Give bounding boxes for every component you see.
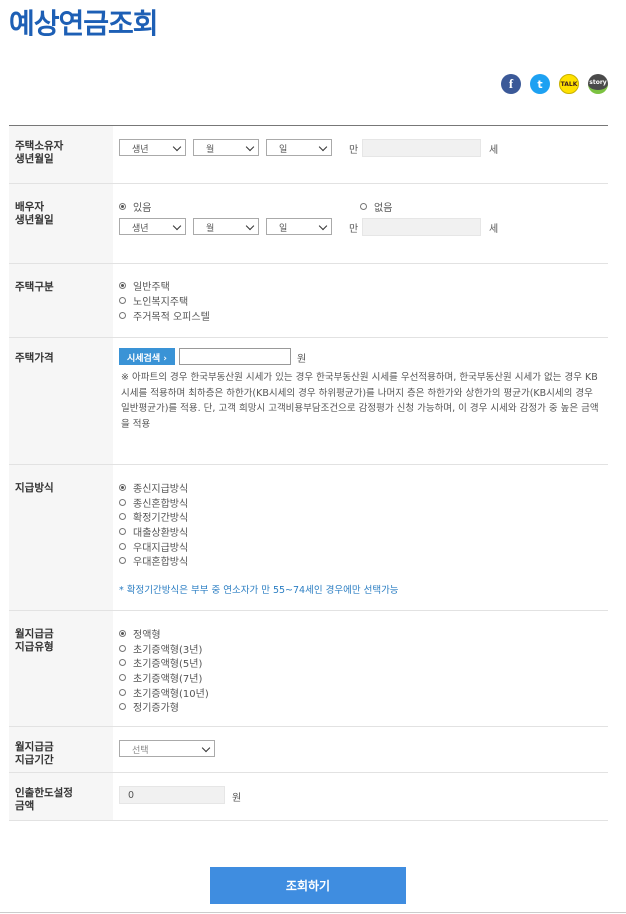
monthly-type-option-label: 초기증액형(10년) [133, 689, 209, 700]
payment-option-radio[interactable]: 우대지급방식 [119, 539, 188, 554]
spouse-age-field [362, 218, 481, 236]
monthly-type-label: 월지급금 지급유형 [9, 611, 113, 726]
payment-option-radio[interactable]: 종신혼합방식 [119, 495, 188, 510]
spouse-label-line2: 생년월일 [15, 214, 54, 226]
payment-option-label: 우대지급방식 [133, 543, 189, 554]
monthly-type-radio[interactable]: 초기증액형(7년) [119, 670, 202, 685]
monthly-type-radio[interactable]: 초기증액형(3년) [119, 641, 202, 656]
submit-button[interactable]: 조회하기 [210, 867, 406, 904]
house-type-label: 주택구분 [9, 264, 113, 337]
monthly-type-radio[interactable]: 초기증액형(10년) [119, 685, 209, 700]
payment-method-row: 지급방식 종신지급방식 종신혼합방식 확정기간방식 대출상환방식 우대지급방식 … [9, 465, 608, 611]
withdraw-limit-label-line2: 금액 [15, 800, 35, 812]
house-type-label-text: 주택구분 [15, 281, 54, 293]
spouse-row: 배우자 생년월일 있음 없음 생년 월 일 만 세 [9, 184, 608, 264]
share-bar: f t TALK story [501, 74, 608, 94]
house-price-input[interactable] [179, 348, 291, 365]
payment-method-label-text: 지급방식 [15, 482, 54, 494]
house-type-option-label: 일반주택 [133, 282, 170, 293]
spouse-man-label: 만 [349, 224, 359, 235]
payment-option-radio[interactable]: 종신지급방식 [119, 480, 188, 495]
bottom-divider [0, 912, 626, 913]
withdraw-limit-label: 인출한도설정 금액 [9, 773, 113, 820]
owner-month-select[interactable]: 월 [193, 139, 259, 156]
monthly-period-label-line2: 지급기간 [15, 754, 54, 766]
owner-birth-row: 주택소유자 생년월일 생년 월 일 만 세 [9, 126, 608, 184]
spouse-yes-radio[interactable]: 있음 [119, 199, 151, 214]
monthly-type-option-label: 정기증가형 [133, 703, 179, 714]
payment-hint: * 확정기간방식은 부부 중 연소자가 만 55~74세인 경우에만 선택가능 [119, 585, 399, 596]
owner-birth-label-line2: 생년월일 [15, 153, 54, 165]
facebook-icon[interactable]: f [501, 74, 521, 94]
monthly-type-label-line2: 지급유형 [15, 641, 54, 653]
owner-day-select[interactable]: 일 [266, 139, 332, 156]
price-search-button[interactable]: 시세검색 › [119, 348, 175, 365]
withdraw-limit-input[interactable]: 0 [119, 786, 225, 804]
monthly-period-label-line1: 월지급금 [15, 741, 54, 753]
house-price-unit: 원 [297, 354, 307, 365]
monthly-type-option-label: 초기증액형(5년) [133, 659, 203, 670]
house-type-option-label: 노인복지주택 [133, 297, 189, 308]
house-price-row: 주택가격 시세검색 › 원 ※ 아파트의 경우 한국부동산원 시세가 있는 경우… [9, 338, 608, 465]
twitter-icon[interactable]: t [530, 74, 550, 94]
house-type-general-radio[interactable]: 일반주택 [119, 278, 170, 293]
payment-option-label: 대출상환방식 [133, 528, 189, 539]
monthly-type-option-label: 초기증액형(7년) [133, 674, 203, 685]
monthly-period-select[interactable]: 선택 [119, 740, 215, 757]
spouse-day-select[interactable]: 일 [266, 218, 332, 235]
spouse-label-line1: 배우자 [15, 201, 44, 213]
spouse-year-select[interactable]: 생년 [119, 218, 186, 235]
monthly-type-option-label: 초기증액형(3년) [133, 645, 203, 656]
monthly-type-option-label: 정액형 [133, 630, 161, 641]
payment-option-radio[interactable]: 우대혼합방식 [119, 553, 188, 568]
house-type-row: 주택구분 일반주택 노인복지주택 주거목적 오피스텔 [9, 264, 608, 338]
monthly-period-row: 월지급금 지급기간 선택 [9, 727, 608, 773]
spouse-age-unit: 세 [489, 224, 499, 235]
payment-option-label: 확정기간방식 [133, 513, 189, 524]
monthly-type-radio[interactable]: 정기증가형 [119, 699, 179, 714]
pension-form: 주택소유자 생년월일 생년 월 일 만 세 배우자 생년월일 있음 없음 생년 … [9, 125, 608, 821]
monthly-type-label-line1: 월지급금 [15, 628, 54, 640]
payment-method-label: 지급방식 [9, 465, 113, 610]
withdraw-limit-label-line1: 인출한도설정 [15, 787, 73, 799]
owner-age-unit: 세 [489, 145, 499, 156]
monthly-type-radio[interactable]: 정액형 [119, 626, 161, 641]
spouse-month-select[interactable]: 월 [193, 218, 259, 235]
owner-age-field [362, 139, 481, 157]
house-type-option-label: 주거목적 오피스텔 [133, 312, 210, 323]
payment-option-label: 종신혼합방식 [133, 499, 189, 510]
monthly-type-radio[interactable]: 초기증액형(5년) [119, 655, 202, 670]
house-price-label: 주택가격 [9, 338, 113, 464]
house-price-label-text: 주택가격 [15, 352, 54, 364]
owner-man-label: 만 [349, 145, 359, 156]
house-type-senior-radio[interactable]: 노인복지주택 [119, 293, 188, 308]
withdraw-limit-unit: 원 [232, 793, 242, 804]
spouse-no-label: 없음 [374, 203, 393, 214]
payment-option-label: 우대혼합방식 [133, 557, 189, 568]
spouse-yes-label: 있음 [133, 203, 152, 214]
house-type-officetel-radio[interactable]: 주거목적 오피스텔 [119, 308, 210, 323]
owner-birth-label-line1: 주택소유자 [15, 140, 64, 152]
spouse-label: 배우자 생년월일 [9, 184, 113, 263]
spouse-no-radio[interactable]: 없음 [360, 199, 392, 214]
payment-option-radio[interactable]: 확정기간방식 [119, 509, 188, 524]
monthly-type-row: 월지급금 지급유형 정액형 초기증액형(3년) 초기증액형(5년) 초기증액형(… [9, 611, 608, 727]
page-title: 예상연금조회 [9, 7, 159, 40]
owner-year-select[interactable]: 생년 [119, 139, 186, 156]
kakaotalk-icon[interactable]: TALK [559, 74, 579, 94]
payment-option-label: 종신지급방식 [133, 484, 189, 495]
payment-option-radio[interactable]: 대출상환방식 [119, 524, 188, 539]
kakaostory-icon[interactable]: story [588, 74, 608, 94]
owner-birth-label: 주택소유자 생년월일 [9, 126, 113, 183]
house-price-notice: ※ 아파트의 경우 한국부동산원 시세가 있는 경우 한국부동산원 시세를 우선… [121, 372, 599, 430]
withdraw-limit-row: 인출한도설정 금액 0 원 [9, 773, 608, 821]
monthly-period-label: 월지급금 지급기간 [9, 727, 113, 772]
